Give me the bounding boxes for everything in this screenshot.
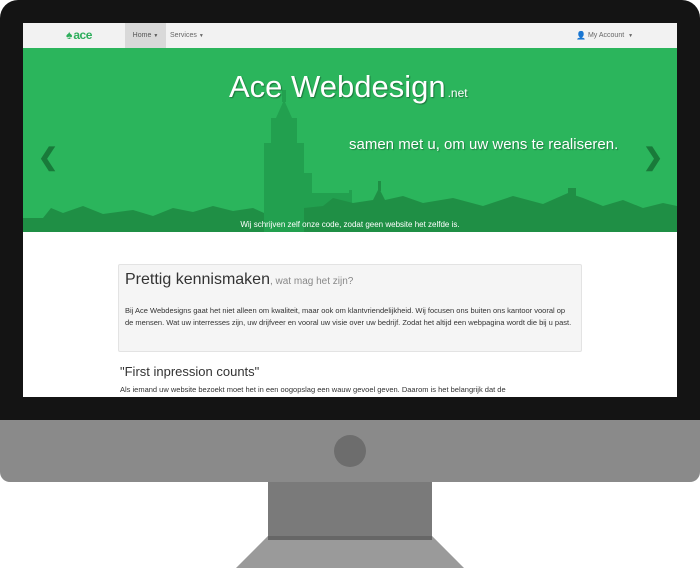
nav-services-label: Services (170, 32, 197, 39)
hero-title: Ace Webdesign .net (229, 70, 468, 110)
caret-down-icon: ▼ (198, 32, 204, 39)
navbar: ♠ ace Home ▼ Services ▼ 👤 My Account ▼ (23, 23, 677, 49)
nav-account-label: My Account (587, 32, 625, 39)
monitor-stand-base (236, 536, 464, 568)
hero-caption: Wij schrijven zelf onze code, zodat geen… (240, 220, 460, 229)
intro-body: Bij Ace Webdesigns gaat het niet alleen … (125, 306, 572, 327)
caret-down-icon: ▼ (153, 32, 159, 39)
brand-logo[interactable]: ♠ ace (66, 28, 92, 42)
brand-name: ace (73, 28, 92, 42)
monitor-chin (0, 420, 700, 482)
monitor-power-button (334, 435, 366, 467)
hero-title-suffix: .net (447, 86, 468, 100)
intro-panel: Prettig kennismaken, wat mag het zijn? B… (118, 264, 582, 352)
nav-home-label: Home (132, 32, 152, 39)
intro-heading: Prettig kennismaken, wat mag het zijn? (125, 271, 353, 289)
nav-home[interactable]: Home ▼ (125, 23, 166, 48)
hero-carousel: Ace Webdesign .net samen met u, om uw wen… (23, 48, 677, 232)
section-heading: "First inpression counts" (120, 364, 260, 379)
monitor-stand-neck (268, 482, 432, 538)
intro-heading-text: Prettig kennismaken (125, 271, 270, 288)
monitor-stand-edge (268, 536, 432, 540)
chevron-left-icon[interactable]: ❮ (38, 146, 58, 170)
nav-services[interactable]: Services ▼ (170, 23, 204, 48)
intro-heading-small: , wat mag het zijn? (269, 276, 354, 287)
user-icon: 👤 (576, 31, 586, 40)
hero-subtitle: samen met u, om uw wens te realiseren. (349, 136, 619, 153)
section-body: Als iemand uw website bezoekt moet het i… (120, 385, 506, 394)
hero-title-text: Ace Webdesign (229, 69, 446, 104)
caret-down-icon: ▼ (628, 32, 634, 39)
chevron-right-icon[interactable]: ❯ (643, 146, 663, 170)
nav-my-account[interactable]: 👤 My Account ▼ (576, 23, 633, 48)
spade-icon: ♠ (66, 28, 73, 42)
website-screen: ♠ ace Home ▼ Services ▼ 👤 My Account ▼ A… (23, 23, 677, 397)
